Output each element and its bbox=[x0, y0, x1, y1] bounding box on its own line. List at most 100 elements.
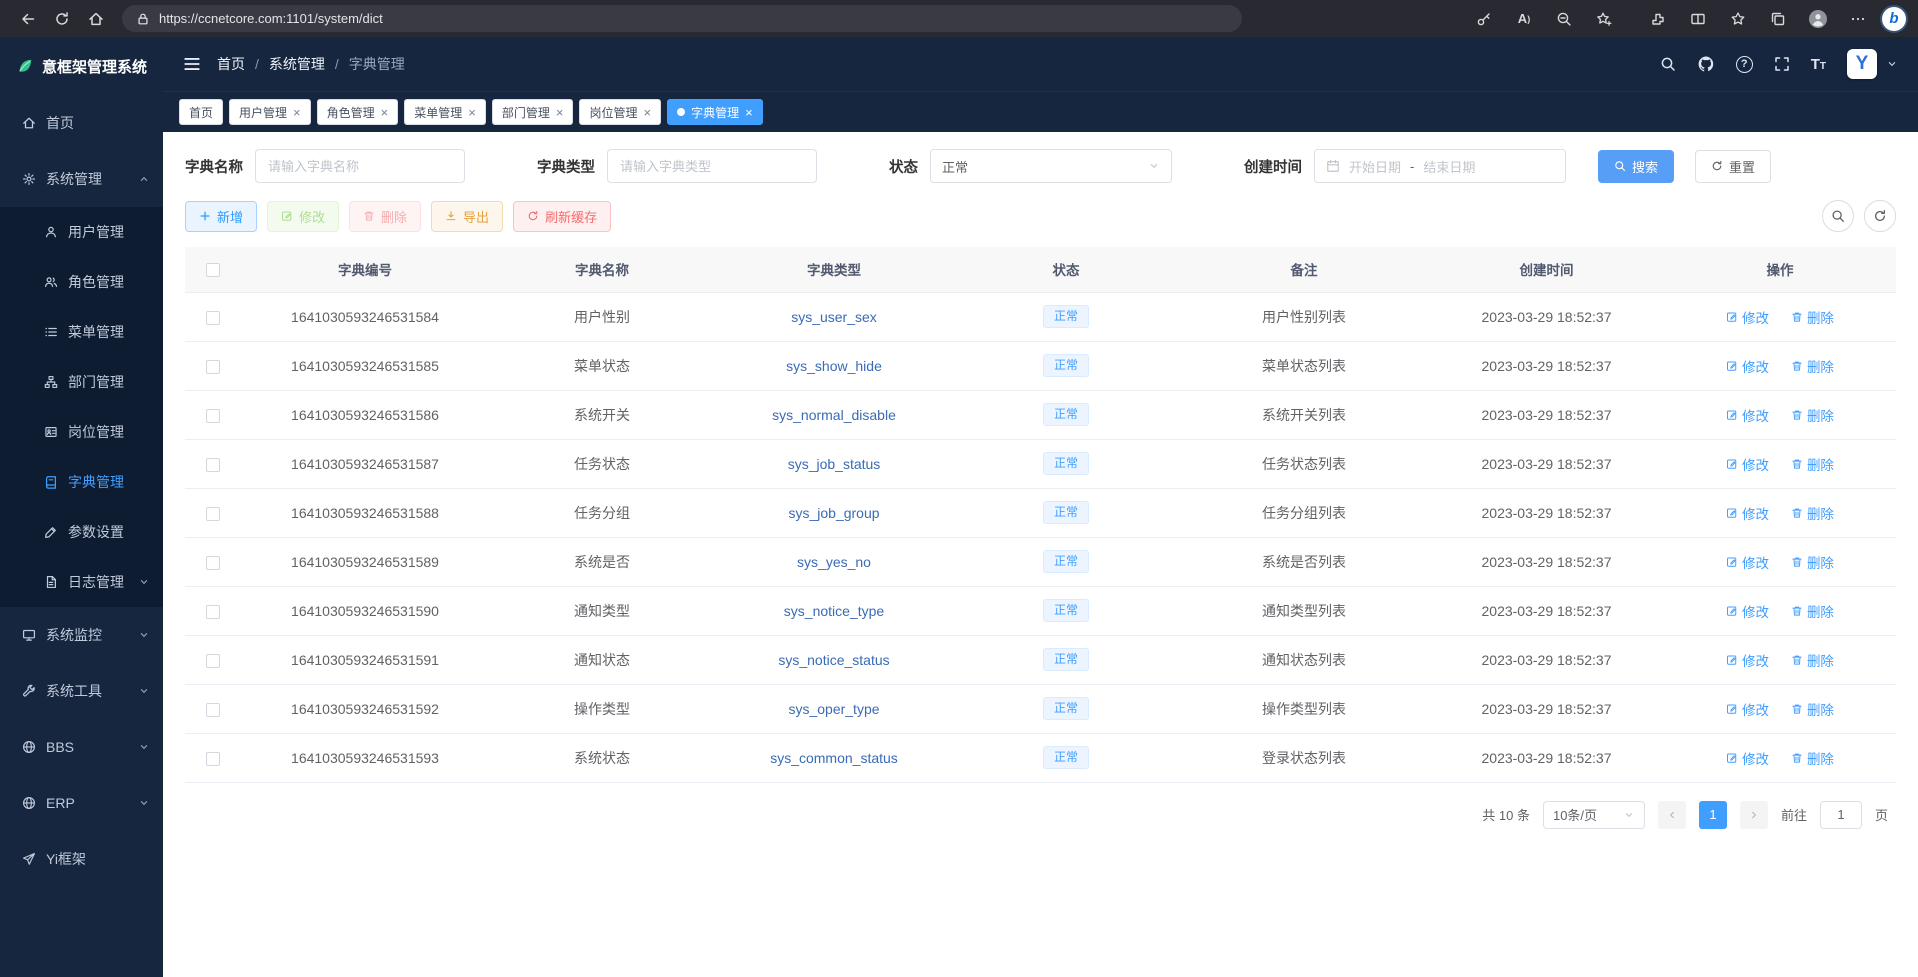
sidebar-item-user-mgmt[interactable]: 用户管理 bbox=[0, 207, 163, 257]
sidebar-item-system-mgmt[interactable]: 系统管理 bbox=[0, 151, 163, 207]
row-delete-link[interactable]: 删除 bbox=[1791, 552, 1834, 572]
bing-chat-icon[interactable]: b bbox=[1882, 7, 1906, 31]
dict-name-input[interactable] bbox=[255, 149, 465, 183]
sidebar-item-role-mgmt[interactable]: 角色管理 bbox=[0, 257, 163, 307]
tab-user-mgmt[interactable]: 用户管理× bbox=[229, 99, 311, 125]
avatar-caret-icon[interactable] bbox=[1886, 58, 1898, 70]
address-bar[interactable]: https://ccnetcore.com:1101/system/dict bbox=[122, 5, 1242, 32]
github-icon[interactable] bbox=[1697, 55, 1715, 73]
breadcrumb-home[interactable]: 首页 bbox=[217, 54, 245, 74]
row-edit-link[interactable]: 修改 bbox=[1726, 748, 1769, 768]
add-button[interactable]: 新增 bbox=[185, 201, 257, 232]
dict-type-input[interactable] bbox=[607, 149, 817, 183]
sidebar-item-yi-framework[interactable]: Yi框架 bbox=[0, 831, 163, 887]
tab-post-mgmt[interactable]: 岗位管理× bbox=[579, 99, 661, 125]
dict-type-link[interactable]: sys_yes_no bbox=[797, 554, 871, 570]
row-checkbox[interactable] bbox=[206, 605, 220, 619]
toggle-search-button[interactable] bbox=[1822, 200, 1854, 232]
breadcrumb-system-mgmt[interactable]: 系统管理 bbox=[269, 54, 325, 74]
sidebar-item-dict-mgmt[interactable]: 字典管理 bbox=[0, 457, 163, 507]
close-tab-icon[interactable]: × bbox=[643, 106, 651, 119]
tab-home[interactable]: 首页 bbox=[179, 99, 223, 125]
row-delete-link[interactable]: 删除 bbox=[1791, 405, 1834, 425]
row-checkbox[interactable] bbox=[206, 409, 220, 423]
sidebar-item-system-monitor[interactable]: 系统监控 bbox=[0, 607, 163, 663]
row-checkbox[interactable] bbox=[206, 311, 220, 325]
sidebar-item-post-mgmt[interactable]: 岗位管理 bbox=[0, 407, 163, 457]
export-button[interactable]: 导出 bbox=[431, 201, 503, 232]
header-search-icon[interactable] bbox=[1660, 56, 1676, 72]
sidebar-item-home[interactable]: 首页 bbox=[0, 95, 163, 151]
font-size-icon[interactable]: TT bbox=[1811, 56, 1826, 73]
dict-type-link[interactable]: sys_oper_type bbox=[788, 701, 879, 717]
dict-type-link[interactable]: sys_notice_status bbox=[778, 652, 889, 668]
dict-type-link[interactable]: sys_common_status bbox=[770, 750, 898, 766]
split-screen-icon[interactable] bbox=[1682, 4, 1714, 34]
row-checkbox[interactable] bbox=[206, 703, 220, 717]
tab-dept-mgmt[interactable]: 部门管理× bbox=[492, 99, 574, 125]
sidebar-item-param-settings[interactable]: 参数设置 bbox=[0, 507, 163, 557]
sidebar-item-bbs[interactable]: BBS bbox=[0, 719, 163, 775]
zoom-out-icon[interactable] bbox=[1548, 4, 1580, 34]
row-delete-link[interactable]: 删除 bbox=[1791, 650, 1834, 670]
row-delete-link[interactable]: 删除 bbox=[1791, 307, 1834, 327]
sidebar-item-erp[interactable]: ERP bbox=[0, 775, 163, 831]
next-page-button[interactable] bbox=[1740, 801, 1768, 829]
row-delete-link[interactable]: 删除 bbox=[1791, 356, 1834, 376]
row-checkbox[interactable] bbox=[206, 360, 220, 374]
page-size-select[interactable]: 10条/页 bbox=[1543, 801, 1645, 829]
browser-home-icon[interactable] bbox=[80, 4, 112, 34]
close-tab-icon[interactable]: × bbox=[468, 106, 476, 119]
page-number-button[interactable]: 1 bbox=[1699, 801, 1727, 829]
prev-page-button[interactable] bbox=[1658, 801, 1686, 829]
close-tab-icon[interactable]: × bbox=[745, 106, 753, 119]
row-edit-link[interactable]: 修改 bbox=[1726, 356, 1769, 376]
close-tab-icon[interactable]: × bbox=[293, 106, 301, 119]
row-delete-link[interactable]: 删除 bbox=[1791, 699, 1834, 719]
browser-profile-avatar[interactable] bbox=[1802, 4, 1834, 34]
add-favorite-icon[interactable] bbox=[1588, 4, 1620, 34]
extensions-icon[interactable] bbox=[1642, 4, 1674, 34]
row-edit-link[interactable]: 修改 bbox=[1726, 650, 1769, 670]
dict-type-link[interactable]: sys_job_group bbox=[788, 505, 879, 521]
password-key-icon[interactable] bbox=[1468, 4, 1500, 34]
row-delete-link[interactable]: 删除 bbox=[1791, 748, 1834, 768]
row-edit-link[interactable]: 修改 bbox=[1726, 552, 1769, 572]
row-checkbox[interactable] bbox=[206, 654, 220, 668]
status-select[interactable]: 正常 bbox=[930, 149, 1172, 183]
dict-type-link[interactable]: sys_notice_type bbox=[784, 603, 884, 619]
row-delete-link[interactable]: 删除 bbox=[1791, 454, 1834, 474]
help-icon[interactable]: ? bbox=[1736, 56, 1753, 73]
browser-back-icon[interactable] bbox=[12, 4, 44, 34]
row-edit-link[interactable]: 修改 bbox=[1726, 454, 1769, 474]
fullscreen-icon[interactable] bbox=[1774, 56, 1790, 72]
tab-role-mgmt[interactable]: 角色管理× bbox=[317, 99, 399, 125]
row-delete-link[interactable]: 删除 bbox=[1791, 601, 1834, 621]
close-tab-icon[interactable]: × bbox=[556, 106, 564, 119]
close-tab-icon[interactable]: × bbox=[381, 106, 389, 119]
select-all-checkbox[interactable] bbox=[206, 263, 220, 277]
row-edit-link[interactable]: 修改 bbox=[1726, 699, 1769, 719]
row-checkbox[interactable] bbox=[206, 556, 220, 570]
row-checkbox[interactable] bbox=[206, 752, 220, 766]
refresh-table-button[interactable] bbox=[1864, 200, 1896, 232]
collections-icon[interactable] bbox=[1762, 4, 1794, 34]
browser-menu-icon[interactable] bbox=[1842, 4, 1874, 34]
tab-menu-mgmt[interactable]: 菜单管理× bbox=[404, 99, 486, 125]
reset-button[interactable]: 重置 bbox=[1695, 150, 1771, 183]
row-edit-link[interactable]: 修改 bbox=[1726, 503, 1769, 523]
row-edit-link[interactable]: 修改 bbox=[1726, 601, 1769, 621]
row-delete-link[interactable]: 删除 bbox=[1791, 503, 1834, 523]
sidebar-toggle-icon[interactable] bbox=[183, 55, 201, 73]
search-button[interactable]: 搜索 bbox=[1598, 150, 1674, 183]
read-aloud-icon[interactable]: A) bbox=[1508, 4, 1540, 34]
row-checkbox[interactable] bbox=[206, 458, 220, 472]
sidebar-item-dept-mgmt[interactable]: 部门管理 bbox=[0, 357, 163, 407]
dict-type-link[interactable]: sys_normal_disable bbox=[772, 407, 896, 423]
delete-button[interactable]: 删除 bbox=[349, 201, 421, 232]
user-avatar[interactable]: Y bbox=[1847, 49, 1877, 79]
date-range-picker[interactable]: 开始日期 - 结束日期 bbox=[1314, 149, 1566, 183]
browser-refresh-icon[interactable] bbox=[46, 4, 78, 34]
row-edit-link[interactable]: 修改 bbox=[1726, 405, 1769, 425]
goto-page-input[interactable] bbox=[1820, 801, 1862, 829]
